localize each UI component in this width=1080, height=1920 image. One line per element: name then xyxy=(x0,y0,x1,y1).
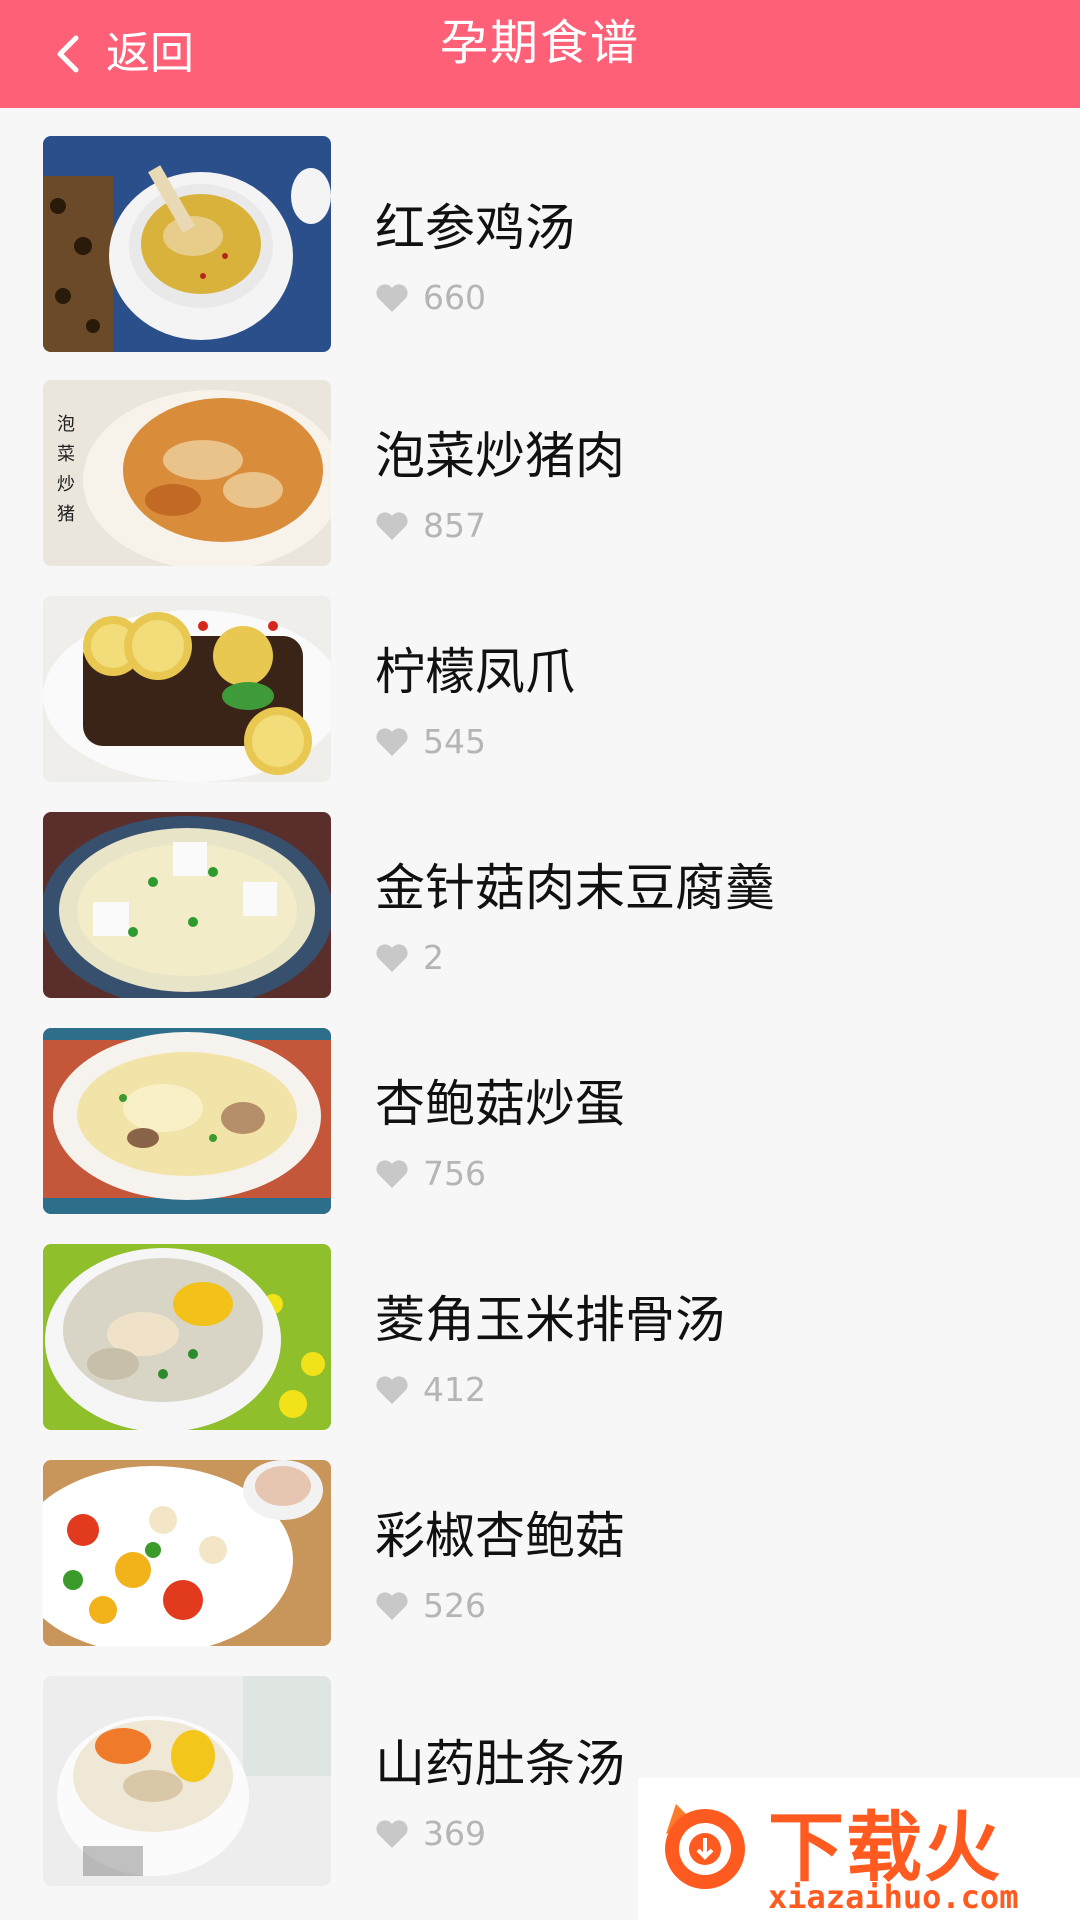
recipe-item[interactable]: 彩椒杏鲍菇 526 xyxy=(0,1460,1080,1646)
recipe-thumbnail xyxy=(43,1676,331,1886)
heart-icon xyxy=(376,1159,408,1188)
recipe-thumbnail xyxy=(43,1244,331,1430)
likes-count: 756 xyxy=(423,1154,486,1193)
recipe-name: 金针菇肉末豆腐羹 xyxy=(375,859,775,917)
recipe-likes: 545 xyxy=(375,722,486,761)
likes-count: 857 xyxy=(423,506,486,545)
recipe-thumbnail xyxy=(43,1460,331,1646)
download-icon xyxy=(665,1804,745,1889)
likes-count: 2 xyxy=(423,938,444,977)
recipe-name: 菱角玉米排骨汤 xyxy=(375,1291,725,1349)
svg-text:猪: 猪 xyxy=(57,504,75,525)
recipe-name: 杏鲍菇炒蛋 xyxy=(375,1075,625,1133)
recipe-likes: 412 xyxy=(375,1370,486,1409)
recipe-thumbnail xyxy=(43,812,331,998)
heart-icon xyxy=(376,283,408,312)
recipe-thumbnail xyxy=(43,136,331,352)
recipe-name: 山药肚条汤 xyxy=(375,1735,625,1793)
page-title: 孕期食谱 xyxy=(439,15,640,71)
recipe-item[interactable]: 菱角玉米排骨汤 412 xyxy=(0,1244,1080,1430)
heart-icon xyxy=(376,1591,408,1620)
recipe-item[interactable]: 杏鲍菇炒蛋 756 xyxy=(0,1028,1080,1214)
recipe-item[interactable]: 泡 菜 炒 猪 泡菜炒猪肉 857 xyxy=(0,380,1080,566)
heart-icon xyxy=(376,727,408,756)
recipe-item[interactable]: 金针菇肉末豆腐羹 2 xyxy=(0,812,1080,998)
recipe-name: 红参鸡汤 xyxy=(375,199,575,257)
watermark-logo: 下载火 xiazaihuo.com xyxy=(638,1778,1080,1920)
recipe-likes: 2 xyxy=(375,938,444,977)
app-header: 返回 孕期食谱 xyxy=(0,0,1080,108)
likes-count: 660 xyxy=(423,278,486,317)
heart-icon xyxy=(376,511,408,540)
recipe-item[interactable]: 柠檬凤爪 545 xyxy=(0,596,1080,782)
watermark-domain: xiazaihuo.com xyxy=(768,1878,1019,1916)
heart-icon xyxy=(376,1819,408,1848)
recipe-name: 泡菜炒猪肉 xyxy=(375,427,625,485)
recipe-name: 柠檬凤爪 xyxy=(375,643,575,701)
recipe-likes: 857 xyxy=(375,506,486,545)
svg-text:泡: 泡 xyxy=(57,414,75,435)
svg-text:炒: 炒 xyxy=(57,474,75,495)
heart-icon xyxy=(376,1375,408,1404)
recipe-name: 彩椒杏鲍菇 xyxy=(375,1507,625,1565)
recipe-likes: 660 xyxy=(375,278,486,317)
likes-count: 526 xyxy=(423,1586,486,1625)
recipe-thumbnail xyxy=(43,1028,331,1214)
svg-text:菜: 菜 xyxy=(57,444,75,465)
heart-icon xyxy=(376,943,408,972)
recipe-thumbnail: 泡 菜 炒 猪 xyxy=(43,380,331,566)
recipe-item[interactable]: 红参鸡汤 660 xyxy=(0,136,1080,352)
likes-count: 412 xyxy=(423,1370,486,1409)
recipe-likes: 526 xyxy=(375,1586,486,1625)
recipe-likes: 369 xyxy=(375,1814,486,1853)
recipe-likes: 756 xyxy=(375,1154,486,1193)
recipe-thumbnail xyxy=(43,596,331,782)
likes-count: 369 xyxy=(423,1814,486,1853)
likes-count: 545 xyxy=(423,722,486,761)
